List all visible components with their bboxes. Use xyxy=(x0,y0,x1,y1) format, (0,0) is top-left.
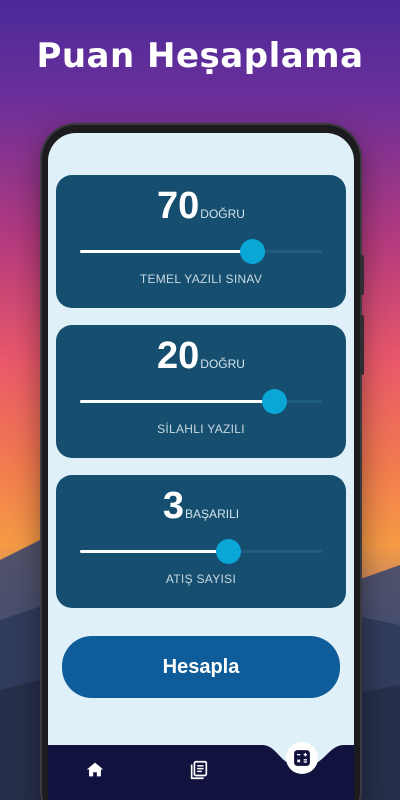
score-value: 20 xyxy=(157,335,200,377)
score-card-atis-sayisi: 3BAŞARILI ATIŞ SAYISI xyxy=(56,475,346,608)
score-unit: DOĞRU xyxy=(200,357,245,371)
slider-fill xyxy=(80,400,274,403)
calculate-button[interactable]: Hesapla xyxy=(62,636,340,698)
phone-side-button xyxy=(360,315,364,375)
score-value: 3 xyxy=(162,485,185,527)
score-label: TEMEL YAZILI SINAV xyxy=(139,272,263,286)
score-slider[interactable] xyxy=(80,389,322,414)
slider-thumb[interactable] xyxy=(239,239,265,264)
calculator-icon xyxy=(294,750,310,766)
app-screen: 70DOĞRU TEMEL YAZILI SINAV 20DOĞRU SİLAH… xyxy=(48,133,354,800)
page-headline: Puan Heṣaplama xyxy=(36,36,364,76)
score-slider[interactable] xyxy=(80,239,322,264)
nav-records[interactable] xyxy=(188,759,210,781)
score-card-temel-yazili: 70DOĞRU TEMEL YAZILI SINAV xyxy=(56,175,346,308)
slider-fill xyxy=(80,250,252,253)
slider-thumb[interactable] xyxy=(215,539,241,564)
slider-fill xyxy=(80,550,228,553)
nav-calculator[interactable] xyxy=(286,742,318,774)
score-unit: BAŞARILI xyxy=(185,507,240,521)
phone-frame: 70DOĞRU TEMEL YAZILI SINAV 20DOĞRU SİLAH… xyxy=(42,125,364,800)
score-label: ATIŞ SAYISI xyxy=(165,572,237,586)
list-icon xyxy=(190,760,208,780)
score-value: 70 xyxy=(157,185,200,227)
score-card-silahli-yazili: 20DOĞRU SİLAHLI YAZILI xyxy=(56,325,346,458)
score-label: SİLAHLI YAZILI xyxy=(157,422,245,436)
score-unit: DOĞRU xyxy=(200,207,245,221)
phone-side-button xyxy=(360,255,364,295)
slider-thumb[interactable] xyxy=(261,389,287,414)
nav-home[interactable] xyxy=(84,759,106,781)
score-slider[interactable] xyxy=(80,539,322,564)
bottom-navigation xyxy=(48,742,354,800)
home-icon xyxy=(86,762,104,777)
